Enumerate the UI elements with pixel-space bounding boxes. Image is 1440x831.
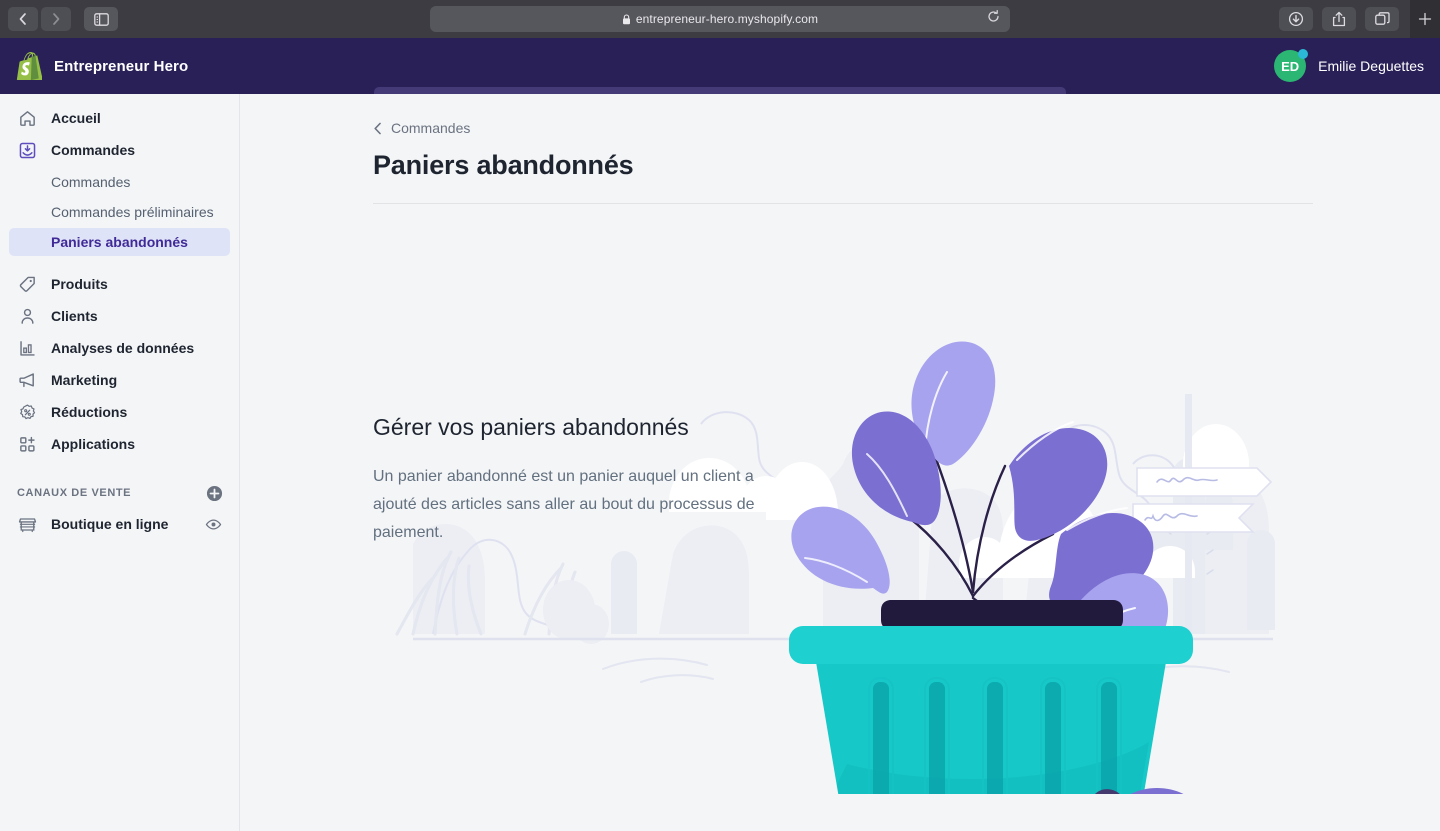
sidebar-item-produits[interactable]: Produits bbox=[9, 268, 230, 300]
shopify-logo-icon bbox=[16, 52, 42, 80]
sidebar-item-label: Réductions bbox=[51, 404, 128, 420]
breadcrumb[interactable]: Commandes bbox=[373, 120, 470, 136]
sidebar-subitem-label: Commandes préliminaires bbox=[51, 204, 214, 220]
browser-right-actions bbox=[1273, 0, 1440, 38]
main-content: Commandes Paniers abandonnés Gérer vos p… bbox=[240, 94, 1440, 831]
forward-button[interactable] bbox=[41, 7, 71, 31]
sidebar-item-label: Clients bbox=[51, 308, 98, 324]
browser-toolbar: entrepreneur-hero.myshopify.com bbox=[0, 0, 1440, 38]
browser-sidebar-toggle-button[interactable] bbox=[84, 7, 118, 31]
sidebar-item-label: Commandes bbox=[51, 142, 136, 158]
app-shell: Accueil Commandes Commandes Commandes pr… bbox=[0, 94, 1440, 831]
bar-chart-icon bbox=[17, 338, 37, 358]
app-topbar: Entrepreneur Hero Recherche ED Emilie De… bbox=[0, 38, 1440, 121]
brand-home-link[interactable]: Entrepreneur Hero bbox=[0, 52, 240, 80]
sidebar-subitem-commandes[interactable]: Commandes bbox=[9, 168, 230, 196]
home-icon bbox=[17, 108, 37, 128]
reload-icon[interactable] bbox=[987, 9, 1000, 28]
downloads-button[interactable] bbox=[1279, 7, 1313, 31]
orders-inbox-icon bbox=[17, 140, 37, 160]
page-title: Paniers abandonnés bbox=[373, 150, 634, 180]
sidebar-item-label: Analyses de données bbox=[51, 340, 195, 356]
tag-icon bbox=[17, 274, 37, 294]
share-button[interactable] bbox=[1322, 7, 1356, 31]
address-bar[interactable]: entrepreneur-hero.myshopify.com bbox=[430, 6, 1010, 32]
sidebar-item-label: Boutique en ligne bbox=[51, 516, 169, 532]
sidebar-subitem-paniers-abandonnes[interactable]: Paniers abandonnés bbox=[9, 228, 230, 256]
chevron-left-icon bbox=[373, 122, 383, 135]
breadcrumb-label: Commandes bbox=[391, 120, 471, 136]
sidebar: Accueil Commandes Commandes Commandes pr… bbox=[0, 94, 240, 831]
empty-state-heading: Gérer vos paniers abandonnés bbox=[373, 414, 689, 440]
sidebar-subitem-commandes-preliminaires[interactable]: Commandes préliminaires bbox=[9, 198, 230, 226]
sidebar-item-label: Produits bbox=[51, 276, 108, 292]
sidebar-item-boutique-en-ligne[interactable]: Boutique en ligne bbox=[9, 508, 230, 540]
sidebar-item-analyses-de-donnees[interactable]: Analyses de données bbox=[9, 332, 230, 364]
sidebar-item-reductions[interactable]: Réductions bbox=[9, 396, 230, 428]
sidebar-item-commandes[interactable]: Commandes bbox=[9, 134, 230, 166]
storefront-icon bbox=[17, 514, 37, 534]
browser-nav-group bbox=[8, 7, 74, 31]
sidebar-item-clients[interactable]: Clients bbox=[9, 300, 230, 332]
sidebar-item-label: Marketing bbox=[51, 372, 118, 388]
new-tab-button[interactable] bbox=[1410, 0, 1440, 38]
sidebar-item-accueil[interactable]: Accueil bbox=[9, 102, 230, 134]
sidebar-item-label: Applications bbox=[51, 436, 136, 452]
sales-channels-title: CANAUX DE VENTE bbox=[17, 487, 132, 499]
lock-icon bbox=[622, 13, 631, 25]
avatar-initials: ED bbox=[1281, 58, 1300, 74]
sidebar-item-marketing[interactable]: Marketing bbox=[9, 364, 230, 396]
sidebar-item-label: Accueil bbox=[51, 110, 101, 126]
person-icon bbox=[17, 306, 37, 326]
notification-dot-icon bbox=[1298, 49, 1309, 59]
apps-grid-plus-icon bbox=[17, 434, 37, 454]
megaphone-icon bbox=[17, 370, 37, 390]
empty-state-body: Un panier abandonné est un panier auquel… bbox=[373, 468, 755, 541]
empty-state-copy: Gérer vos paniers abandonnés Un panier a… bbox=[373, 414, 783, 547]
empty-state-hero: Gérer vos paniers abandonnés Un panier a… bbox=[373, 204, 1313, 794]
discount-percent-icon bbox=[17, 402, 37, 422]
avatar: ED bbox=[1274, 49, 1309, 82]
sidebar-subitem-label: Commandes bbox=[51, 174, 131, 190]
sidebar-subnav-commandes: Commandes Commandes préliminaires Panier… bbox=[0, 168, 239, 256]
sales-channels-header: CANAUX DE VENTE bbox=[0, 478, 239, 508]
url-text: entrepreneur-hero.myshopify.com bbox=[635, 12, 819, 26]
page-container: Commandes Paniers abandonnés Gérer vos p… bbox=[373, 94, 1313, 794]
eye-icon[interactable] bbox=[205, 516, 222, 533]
sidebar-subitem-label: Paniers abandonnés bbox=[51, 234, 188, 250]
back-button[interactable] bbox=[8, 7, 38, 31]
sidebar-item-applications[interactable]: Applications bbox=[9, 428, 230, 460]
user-name: Emilie Deguettes bbox=[1318, 58, 1424, 74]
tab-overview-button[interactable] bbox=[1365, 7, 1399, 31]
user-menu-button[interactable]: ED Emilie Deguettes bbox=[1274, 38, 1424, 94]
brand-name: Entrepreneur Hero bbox=[54, 57, 189, 75]
plus-circle-icon[interactable] bbox=[206, 485, 223, 502]
